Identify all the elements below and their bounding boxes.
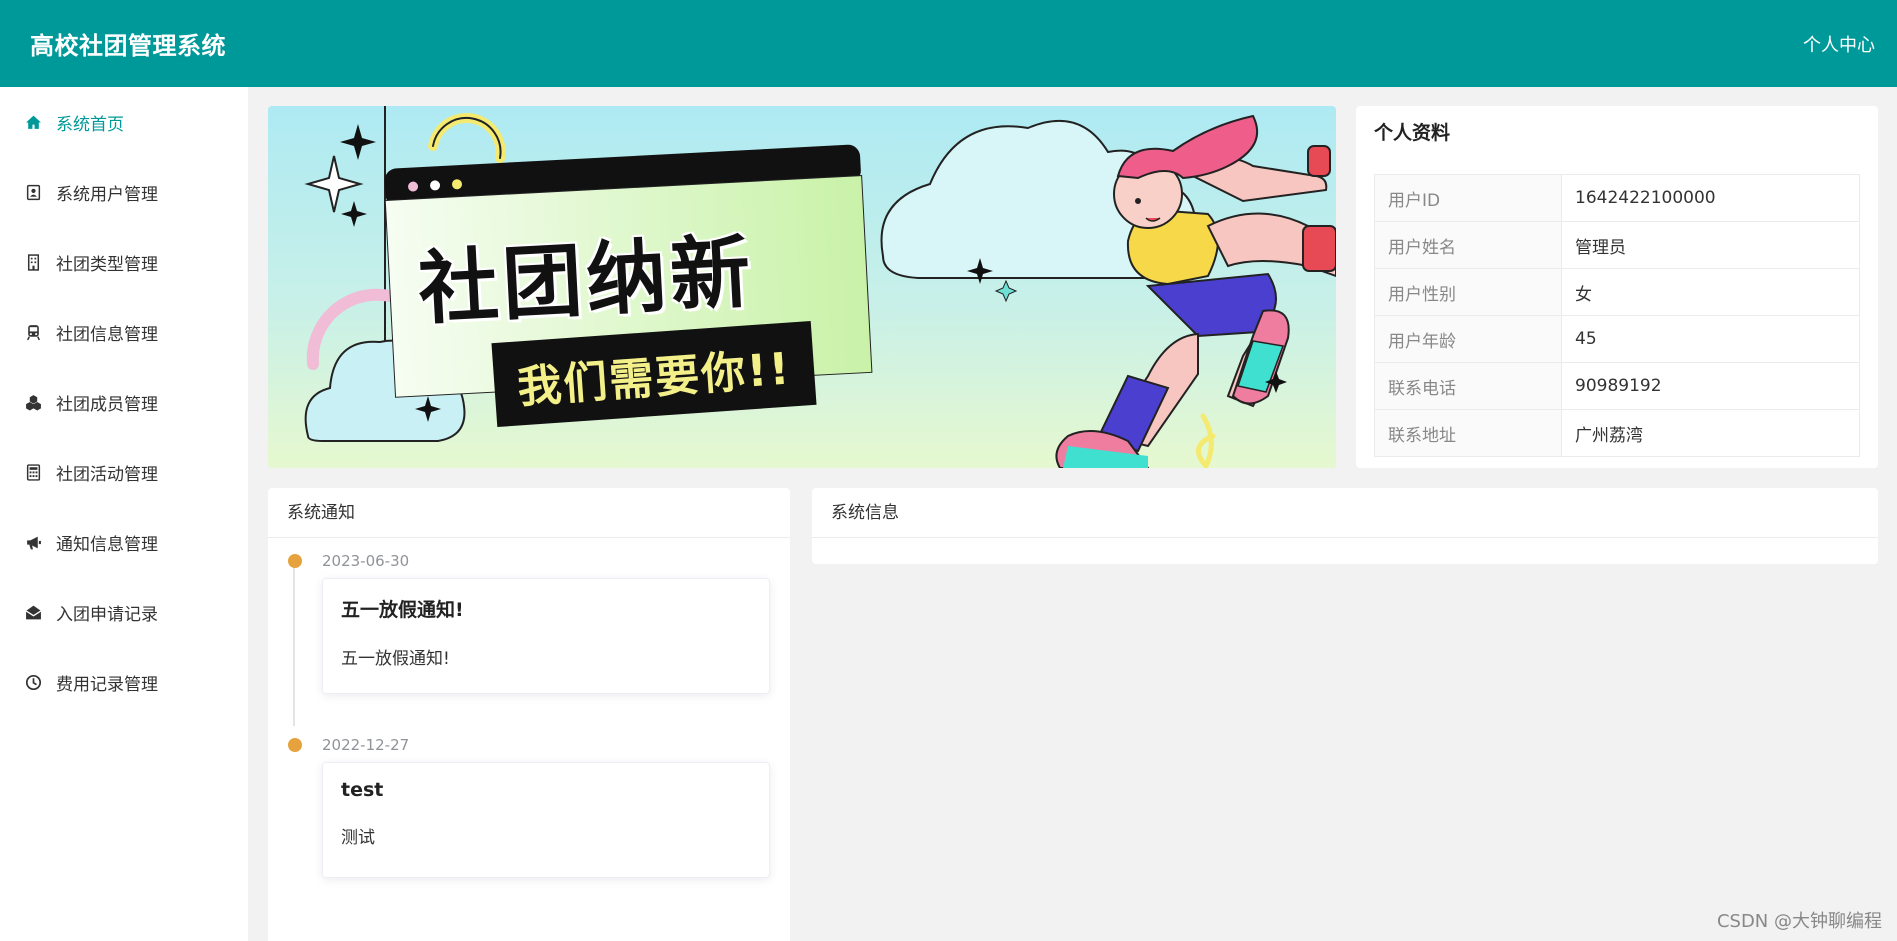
sidebar-item-fees[interactable]: 费用记录管理 xyxy=(0,647,248,717)
home-icon xyxy=(24,113,42,131)
list-item: 2022-12-27 test 测试 xyxy=(288,734,772,878)
table-row: 联系电话 90989192 xyxy=(1374,362,1860,410)
profile-key: 联系地址 xyxy=(1374,409,1562,457)
notice-item-content: 五一放假通知! xyxy=(341,649,450,669)
sidebar-item-label: 社团类型管理 xyxy=(56,254,158,275)
building-icon xyxy=(24,253,42,271)
system-notice-card: 系统通知 2023-06-30 五一放假通知! 五一放假通知! 2022-12-… xyxy=(268,488,790,941)
timeline-dot xyxy=(288,554,302,568)
banner-subline: 我们需要你!! xyxy=(515,343,793,414)
profile-value: 广州荔湾 xyxy=(1561,409,1860,457)
sidebar-item-label: 社团信息管理 xyxy=(56,324,158,345)
user-card-icon xyxy=(24,183,42,201)
notice-item-content: 测试 xyxy=(341,828,375,848)
notice-item-title: test xyxy=(341,779,384,801)
profile-value: 女 xyxy=(1561,268,1860,316)
banner-headline: 社团纳新 xyxy=(416,225,757,336)
notice-date: 2023-06-30 xyxy=(322,552,410,570)
notice-item-title: 五一放假通知! xyxy=(341,599,464,621)
sidebar-item-label: 系统用户管理 xyxy=(56,184,158,205)
table-row: 用户性别 女 xyxy=(1374,268,1860,316)
sidebar-item-label: 社团成员管理 xyxy=(56,394,158,415)
profile-key: 用户年龄 xyxy=(1374,315,1562,363)
envelope-open-icon xyxy=(24,603,42,621)
sidebar-item-notifications[interactable]: 通知信息管理 xyxy=(0,507,248,577)
bullhorn-icon xyxy=(24,533,42,551)
profile-value: 管理员 xyxy=(1561,221,1860,269)
clock-icon xyxy=(24,673,42,691)
sidebar-item-applications[interactable]: 入团申请记录 xyxy=(0,577,248,647)
table-row: 用户ID 1642422100000 xyxy=(1374,174,1860,222)
profile-key: 用户姓名 xyxy=(1374,221,1562,269)
profile-value: 1642422100000 xyxy=(1561,174,1860,222)
sidebar-item-home[interactable]: 系统首页 xyxy=(0,87,248,157)
sidebar-item-club-activities[interactable]: 社团活动管理 xyxy=(0,437,248,507)
sidebar-item-club-types[interactable]: 社团类型管理 xyxy=(0,227,248,297)
table-row: 联系地址 广州荔湾 xyxy=(1374,409,1860,457)
profile-card: 个人资料 用户ID 1642422100000 用户姓名 管理员 用户性别 女 … xyxy=(1356,106,1878,468)
sidebar-item-label: 通知信息管理 xyxy=(56,534,158,555)
calculator-icon xyxy=(24,463,42,481)
sidebar: 系统首页 系统用户管理 社团类型管理 社团信息管理 社团成员管理 社团活动管理 xyxy=(0,87,248,941)
sidebar-item-label: 系统首页 xyxy=(56,114,124,135)
sidebar-item-label: 入团申请记录 xyxy=(56,604,158,625)
profile-key: 用户性别 xyxy=(1374,268,1562,316)
notice-item-card[interactable]: test 测试 xyxy=(322,762,770,878)
sidebar-item-label: 社团活动管理 xyxy=(56,464,158,485)
sidebar-item-users[interactable]: 系统用户管理 xyxy=(0,157,248,227)
list-item: 2023-06-30 五一放假通知! 五一放假通知! xyxy=(288,550,772,694)
profile-value: 90989192 xyxy=(1561,362,1860,410)
notice-timeline: 2023-06-30 五一放假通知! 五一放假通知! 2022-12-27 te… xyxy=(268,538,790,878)
sysinfo-card-title: 系统信息 xyxy=(812,488,1878,538)
app-title: 高校社团管理系统 xyxy=(30,32,226,60)
profile-value: 45 xyxy=(1561,315,1860,363)
cubes-icon xyxy=(24,393,42,411)
notice-item-card[interactable]: 五一放假通知! 五一放假通知! xyxy=(322,578,770,694)
profile-title: 个人资料 xyxy=(1374,122,1451,144)
profile-key: 联系电话 xyxy=(1374,362,1562,410)
system-info-card: 系统信息 xyxy=(812,488,1878,564)
table-row: 用户姓名 管理员 xyxy=(1374,221,1860,269)
sidebar-item-club-info[interactable]: 社团信息管理 xyxy=(0,297,248,367)
sidebar-item-label: 费用记录管理 xyxy=(56,674,158,695)
user-center-link[interactable]: 个人中心 xyxy=(1803,31,1875,57)
top-header: 高校社团管理系统 个人中心 xyxy=(0,0,1897,87)
table-row: 用户年龄 45 xyxy=(1374,315,1860,363)
notice-date: 2022-12-27 xyxy=(322,736,410,754)
timeline-dot xyxy=(288,738,302,752)
train-icon xyxy=(24,323,42,341)
profile-table: 用户ID 1642422100000 用户姓名 管理员 用户性别 女 用户年龄 … xyxy=(1374,174,1860,457)
watermark: CSDN @大钟聊编程 xyxy=(1716,911,1882,932)
recruitment-banner: 社团纳新 我们需要你!! xyxy=(268,106,1336,468)
notice-card-title: 系统通知 xyxy=(268,488,790,538)
profile-key: 用户ID xyxy=(1374,174,1562,222)
sidebar-item-club-members[interactable]: 社团成员管理 xyxy=(0,367,248,437)
